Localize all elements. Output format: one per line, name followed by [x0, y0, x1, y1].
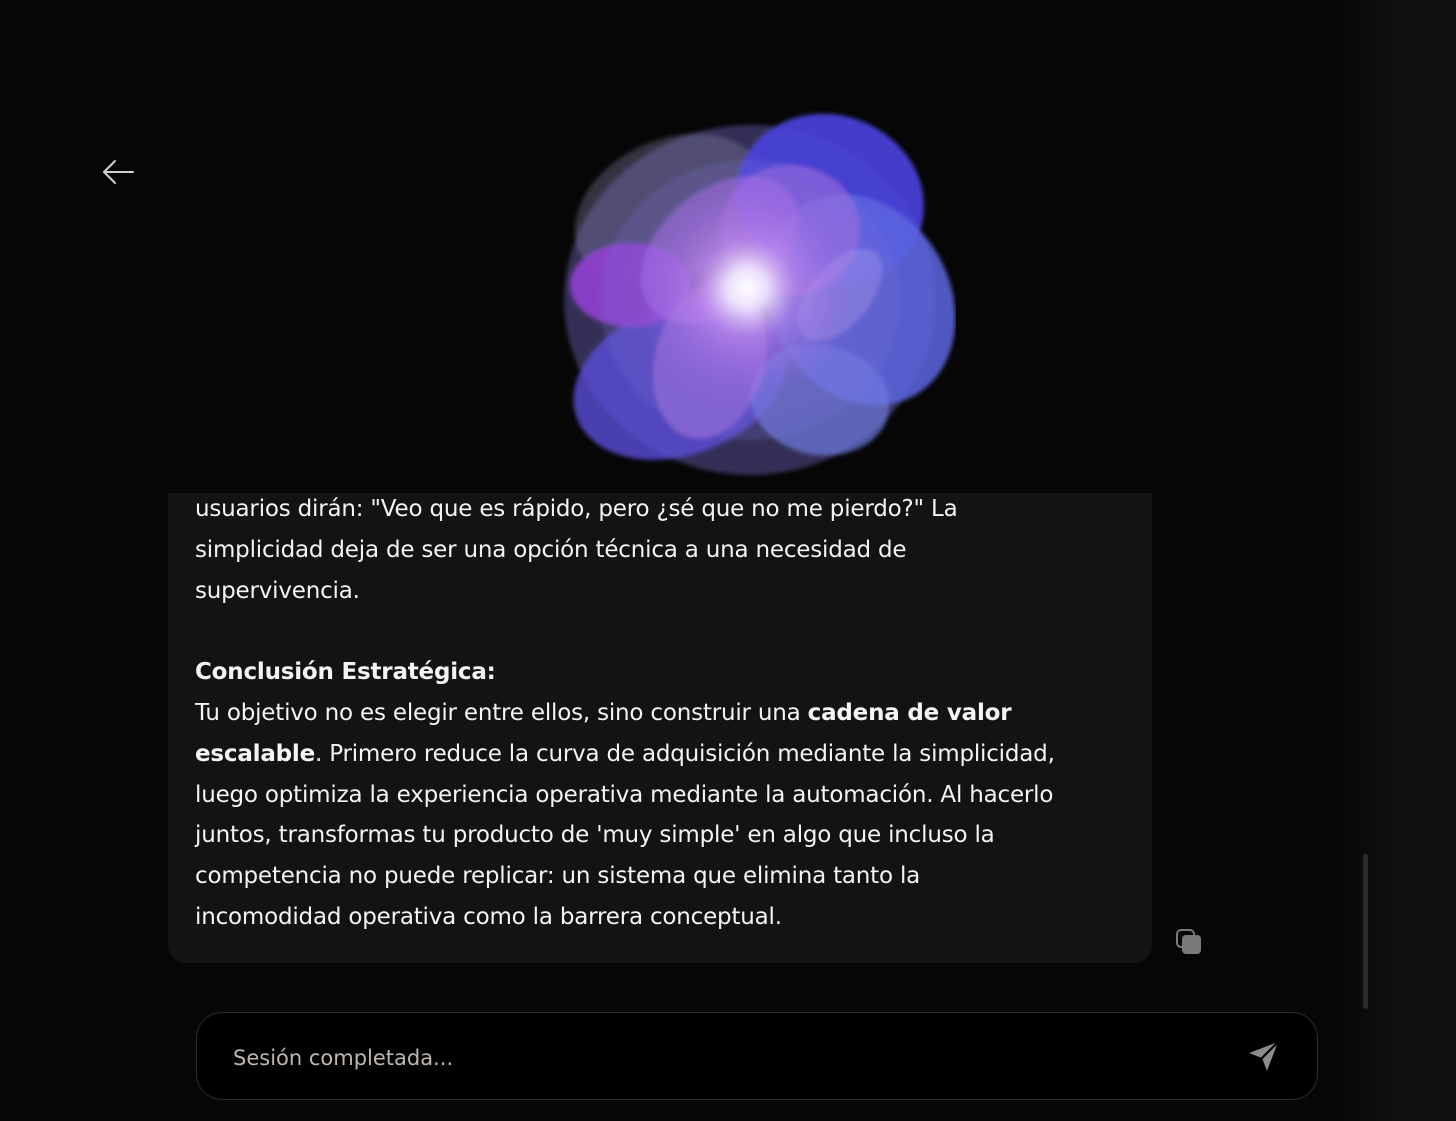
message-line: juntos, transformas tu producto de 'muy … — [195, 822, 995, 849]
message-line: escalable. Primero reduce la curva de ad… — [195, 734, 1135, 775]
message-line: competencia no puede replicar: un sistem… — [195, 863, 921, 890]
back-button[interactable] — [98, 152, 138, 192]
copy-button[interactable] — [1174, 927, 1204, 957]
message-bold-segment: cadena de valor — [807, 699, 1012, 726]
message-line: incomodidad operativa como la barrera co… — [195, 903, 782, 930]
message-line: usuarios dirán: "Veo que es rápido, pero… — [195, 496, 958, 522]
composer — [196, 1012, 1318, 1100]
assistant-orb — [564, 113, 956, 475]
edge-glow — [1326, 0, 1456, 1121]
message-line: supervivencia. — [195, 577, 360, 604]
conclusion-heading: Conclusión Estratégica: — [195, 659, 496, 686]
assistant-message-text: usuarios dirán: "Veo que es rápido, pero… — [195, 489, 1135, 938]
message-line: Tu objetivo no es elegir entre ellos, si… — [195, 693, 1135, 734]
send-button[interactable] — [1245, 1039, 1281, 1075]
message-line: simplicidad deja de ser una opción técni… — [195, 536, 907, 563]
message-segment: Tu objetivo no es elegir entre ellos, si… — [195, 699, 808, 726]
message-segment: . Primero reduce la curva de adquisición… — [315, 740, 1055, 767]
chat-page: usuarios dirán: "Veo que es rápido, pero… — [0, 0, 1456, 1121]
copy-icon — [1176, 929, 1201, 954]
message-bold-segment: escalable — [195, 740, 315, 767]
arrow-left-icon — [103, 160, 134, 184]
send-icon — [1249, 1040, 1280, 1071]
message-line: Conclusión Estratégica: — [195, 652, 1135, 693]
scrollbar-thumb[interactable] — [1363, 854, 1368, 1009]
message-input[interactable] — [231, 1035, 1215, 1081]
message-line: luego optimiza la experiencia operativa … — [195, 781, 1054, 808]
